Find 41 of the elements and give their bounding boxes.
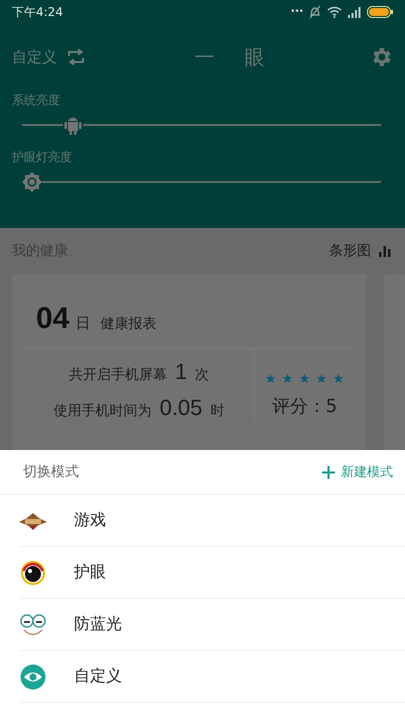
stat-unit: 时 xyxy=(210,402,224,420)
status-time: 下午4:24 xyxy=(12,4,63,20)
app-title: 一 眼 xyxy=(194,44,277,70)
day-unit: 日 xyxy=(75,314,90,333)
mode-item[interactable]: 游戏 xyxy=(20,495,405,547)
plus-icon xyxy=(322,466,335,478)
slider-label: 系统亮度 xyxy=(12,92,61,109)
mode-label: 防蓝光 xyxy=(74,614,122,635)
signal-icon xyxy=(348,6,361,18)
mode-item[interactable]: 护眼 xyxy=(20,547,405,599)
report-title: 健康报表 xyxy=(100,315,156,333)
mode-item[interactable]: 自定义 xyxy=(20,651,405,703)
star-icon xyxy=(333,373,344,384)
mode-label: 游戏 xyxy=(74,510,106,531)
slider-label: 护眼灯亮度 xyxy=(12,149,73,166)
mode-label: 自定义 xyxy=(74,666,122,687)
mode-label: 护眼 xyxy=(74,562,106,583)
star-icon xyxy=(316,373,327,384)
battery-icon xyxy=(367,6,393,18)
stat-value: 0.05 xyxy=(160,395,202,421)
stat-label: 共开启手机屏幕 xyxy=(68,366,167,384)
bar-chart-icon[interactable] xyxy=(379,246,391,256)
day-number: 04 xyxy=(36,302,70,336)
star-icon xyxy=(265,373,276,384)
eye-ball-icon xyxy=(20,560,46,586)
glasses-face-icon xyxy=(19,612,47,636)
brightness-icon[interactable] xyxy=(22,172,42,192)
game-emblem-icon xyxy=(19,512,47,530)
more-dots: ••• xyxy=(290,7,303,17)
star-icon xyxy=(299,373,310,384)
switch-icon[interactable] xyxy=(67,49,85,65)
stat-value: 1 xyxy=(174,359,188,385)
stat-label: 使用手机时间为 xyxy=(54,402,152,420)
eye-icon xyxy=(20,664,46,690)
sheet-title: 切换模式 xyxy=(23,463,79,481)
muted-bell-icon xyxy=(309,5,321,19)
star-icon xyxy=(282,373,293,384)
mode-item[interactable]: 防蓝光 xyxy=(20,599,405,651)
wifi-icon xyxy=(327,6,342,18)
stat-unit: 次 xyxy=(195,366,210,384)
score-text: 评分：5 xyxy=(272,395,338,418)
